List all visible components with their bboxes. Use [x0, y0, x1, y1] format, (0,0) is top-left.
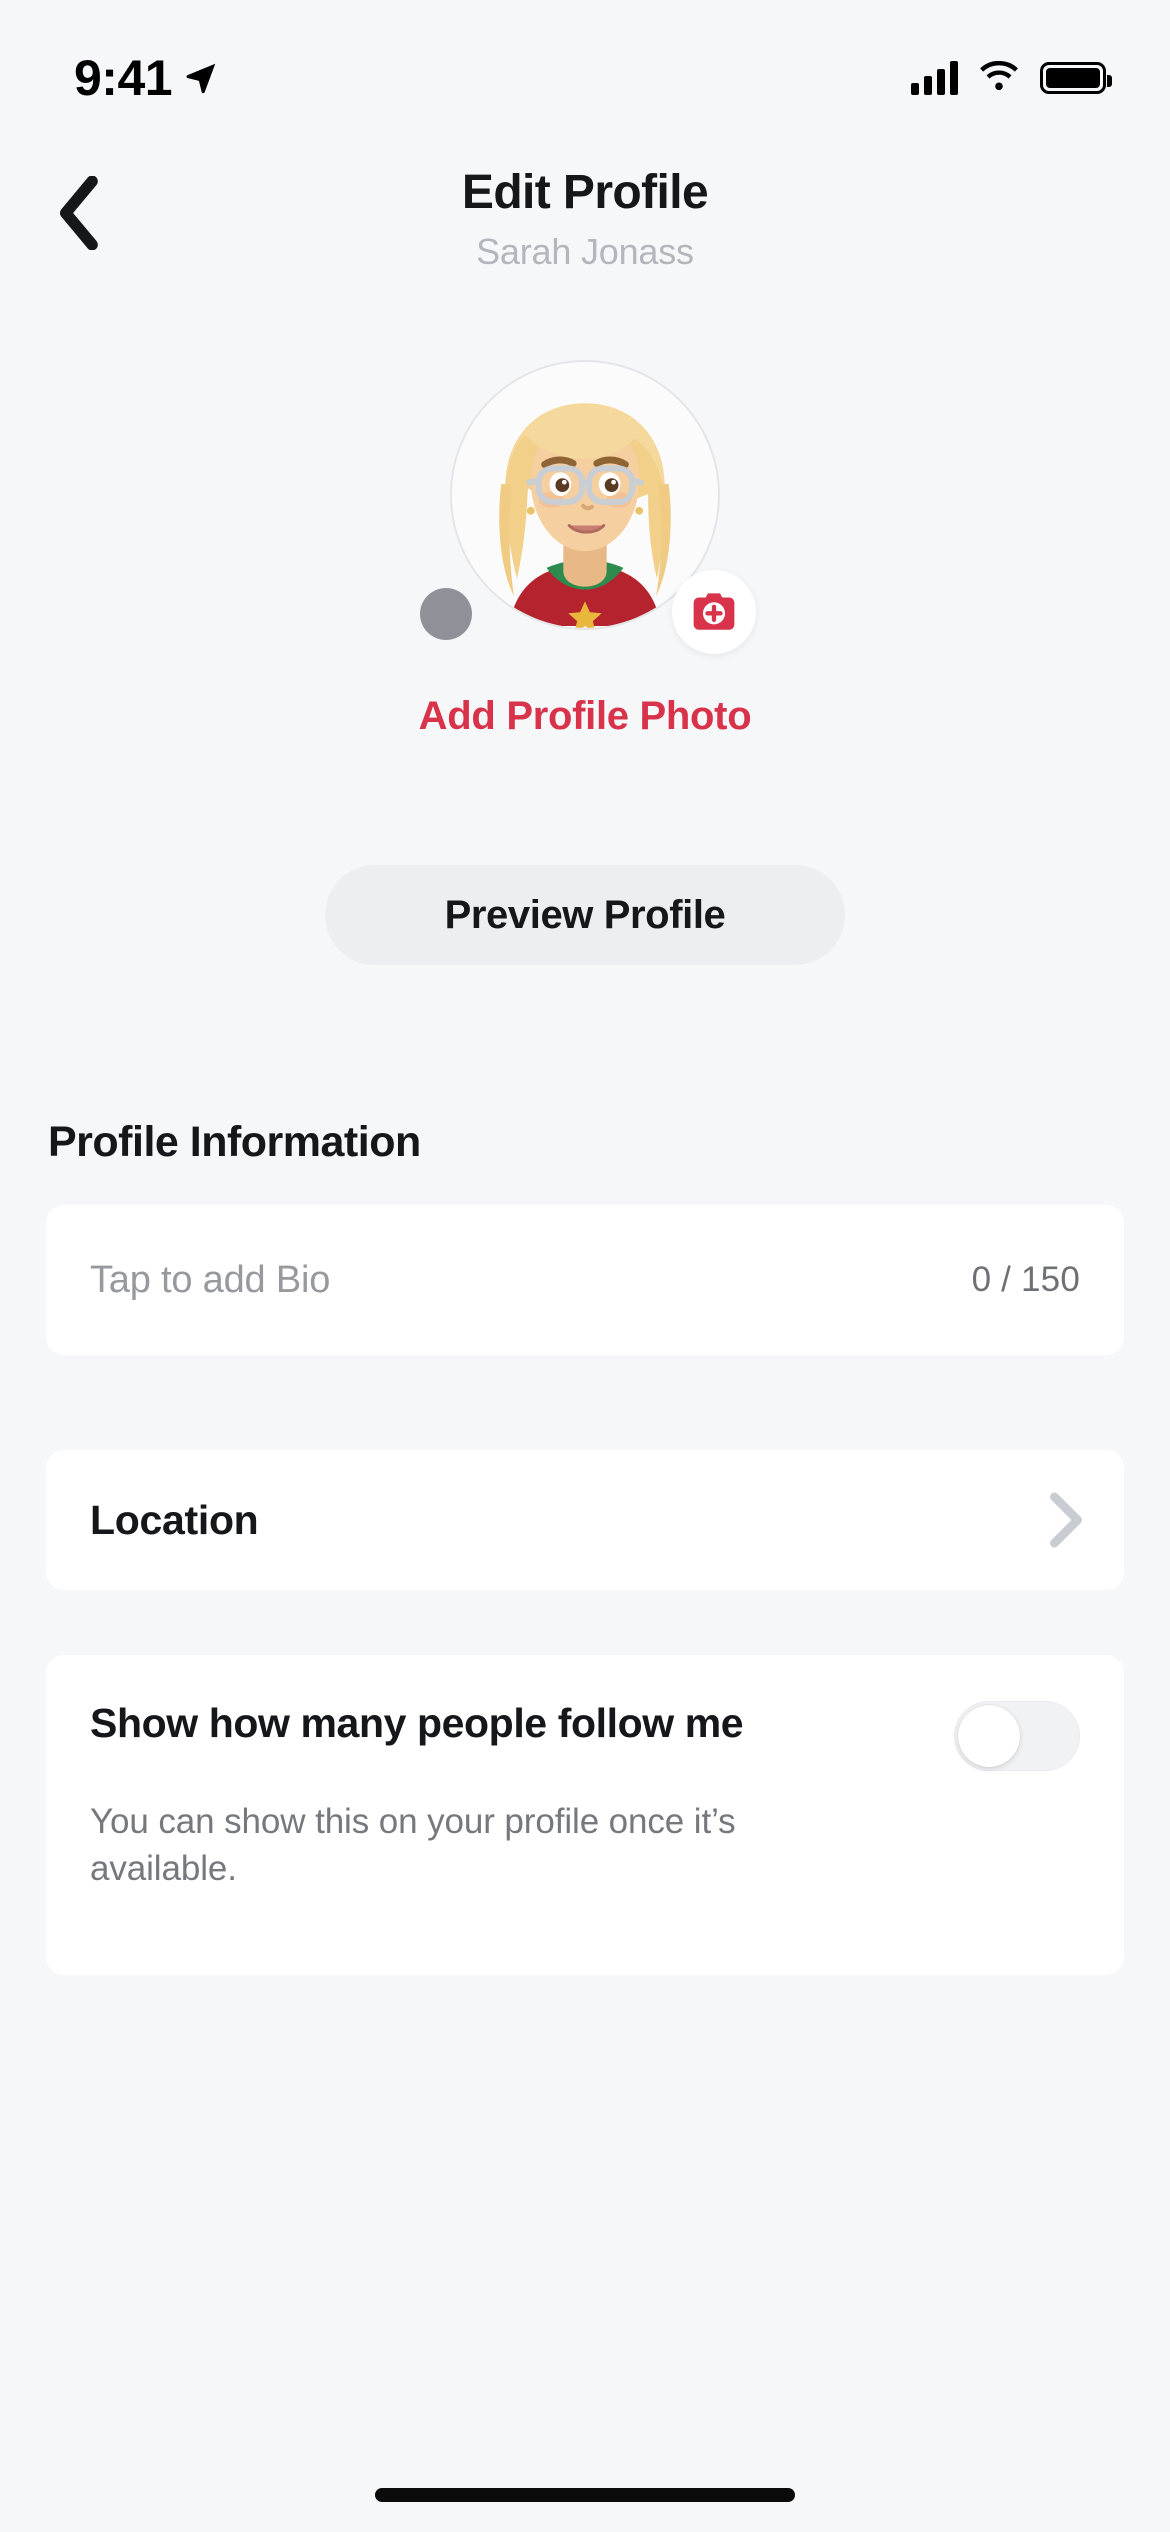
chevron-right-icon: [1050, 1492, 1082, 1548]
location-row[interactable]: Location: [46, 1450, 1124, 1590]
toggle-knob: [958, 1705, 1020, 1767]
cellular-bars-icon: [911, 61, 958, 95]
page-subtitle: Sarah Jonass: [476, 230, 694, 272]
preview-profile-label: Preview Profile: [444, 892, 726, 937]
avatar-section: Add Profile Photo: [0, 360, 1170, 739]
status-bar: 9:41: [0, 0, 1170, 120]
location-label: Location: [90, 1496, 259, 1543]
nav-title-group: Edit Profile Sarah Jonass: [0, 165, 1170, 271]
follow-count-label: Show how many people follow me: [90, 1700, 744, 1746]
status-bar-left: 9:41: [74, 53, 220, 103]
nav-header: Edit Profile Sarah Jonass: [0, 165, 1170, 295]
follow-count-inner: Show how many people follow me You can s…: [46, 1655, 1124, 1892]
status-bar-right: [911, 61, 1112, 95]
location-arrow-icon: [186, 63, 216, 94]
follow-count-description: You can show this on your profile once i…: [90, 1802, 736, 1888]
follow-count-toggle[interactable]: [954, 1701, 1080, 1771]
bio-row[interactable]: Tap to add Bio 0 / 150: [46, 1205, 1124, 1355]
follow-count-top: Show how many people follow me: [90, 1700, 1080, 1771]
bio-card[interactable]: Tap to add Bio 0 / 150: [46, 1205, 1124, 1355]
bio-input[interactable]: Tap to add Bio: [90, 1259, 330, 1302]
location-card[interactable]: Location: [46, 1450, 1124, 1590]
wifi-icon: [980, 61, 1018, 91]
camera-plus-icon: [693, 593, 735, 630]
add-profile-photo-label[interactable]: Add Profile Photo: [419, 694, 752, 739]
add-photo-badge-button[interactable]: [672, 570, 756, 654]
preview-profile-button[interactable]: Preview Profile: [325, 865, 845, 965]
battery-full-icon: [1040, 62, 1112, 94]
follow-count-card: Show how many people follow me You can s…: [46, 1655, 1124, 1975]
home-indicator: [375, 2488, 795, 2502]
avatar-status-dot: [420, 588, 472, 640]
profile-information-heading: Profile Information: [48, 1118, 421, 1166]
page-title: Edit Profile: [461, 166, 709, 219]
avatar-wrapper: [420, 360, 756, 654]
edit-profile-screen: 9:41 Edit Profile Sarah Jonass Add Profi…: [0, 0, 1170, 2532]
status-time: 9:41: [74, 50, 173, 106]
bio-character-counter: 0 / 150: [971, 1260, 1080, 1299]
